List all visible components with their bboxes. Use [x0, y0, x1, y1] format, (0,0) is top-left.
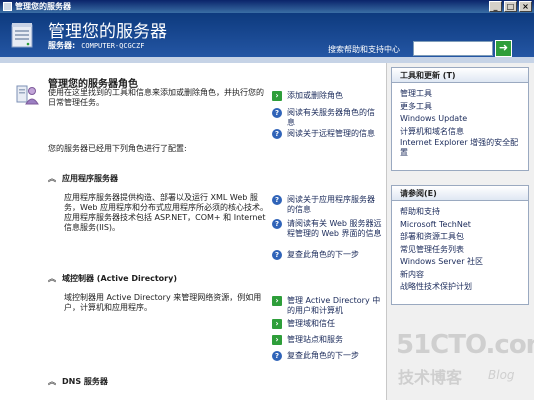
go-arrow-button[interactable]: ➜ — [495, 40, 512, 57]
link-label: 管理 Active Directory 中的用户和计算机 — [287, 296, 381, 315]
link-label: 请阅读有关 Web 服务器远程管理的 Web 界面的信息 — [287, 219, 382, 238]
link-label: 复查此角色的下一步 — [287, 351, 359, 360]
help-icon: ? — [272, 219, 282, 229]
arrow-icon: › — [272, 91, 282, 101]
link-manage-domains-trusts[interactable]: › 管理域和信任 — [272, 319, 382, 329]
page-header: 管理您的服务器 服务器: COMPUTER-QCGCZF 搜索帮助和支持中心 ➜ — [0, 13, 534, 57]
see-also-item-common-tasks[interactable]: 常见管理任务列表 — [400, 244, 520, 257]
tools-item-ie-esc[interactable]: Internet Explorer 增强的安全配置 — [400, 138, 520, 158]
server-icon — [11, 23, 33, 48]
section-text: 应用程序服务器提供构造、部署以及运行 XML Web 服务，Web 应用程序和分… — [64, 193, 268, 232]
server-info: 服务器: COMPUTER-QCGCZF — [48, 40, 144, 51]
link-label: 复查此角色的下一步 — [287, 250, 359, 259]
link-label: 阅读关于应用程序服务器的信息 — [287, 195, 375, 214]
link-read-remote-admin[interactable]: ? 阅读关于远程管理的信息 — [272, 129, 382, 139]
collapse-chevron-icon[interactable]: ︽ — [48, 173, 56, 184]
arrow-icon: › — [272, 335, 282, 345]
tools-item-windows-update[interactable]: Windows Update — [400, 113, 520, 126]
roles-description: 使用在这里找到的工具和信息来添加或删除角色，并执行您的日常管理任务。 — [48, 88, 264, 107]
help-icon: ? — [272, 129, 282, 139]
tools-updates-heading[interactable]: 工具和更新 (T) — [392, 68, 528, 83]
watermark-logo: 51CTO.com — [396, 330, 534, 360]
arrow-icon: › — [272, 296, 282, 306]
section-dns-server[interactable]: ︽ DNS 服务器 — [48, 376, 108, 387]
see-also-heading[interactable]: 请参阅(E) — [392, 186, 528, 201]
main-content: 管理您的服务器角色 使用在这里找到的工具和信息来添加或删除角色，并执行您的日常管… — [0, 63, 386, 400]
watermark-subtitle: 技术博客 — [398, 368, 463, 387]
arrow-icon: › — [272, 319, 282, 329]
see-also-item-help[interactable]: 帮助和支持 — [400, 206, 520, 219]
link-next-steps-dc[interactable]: ? 复查此角色的下一步 — [272, 351, 382, 361]
section-title: 应用程序服务器 — [62, 174, 118, 183]
link-manage-sites-services[interactable]: › 管理站点和服务 — [272, 335, 382, 345]
server-roles-icon — [16, 85, 39, 105]
see-also-box: 请参阅(E) 帮助和支持 Microsoft TechNet 部署和资源工具包 … — [391, 185, 529, 305]
link-next-steps-app[interactable]: ? 复查此角色的下一步 — [272, 250, 382, 260]
tools-item-admin-tools[interactable]: 管理工具 — [400, 88, 520, 101]
link-label: 管理域和信任 — [287, 319, 335, 328]
link-manage-ad-users[interactable]: › 管理 Active Directory 中的用户和计算机 — [272, 296, 382, 316]
page-title: 管理您的服务器 — [48, 22, 167, 42]
window-title-bar[interactable]: 管理您的服务器 _ □ × — [0, 0, 534, 13]
link-label: 阅读有关服务器角色的信息 — [287, 108, 375, 127]
help-search-input[interactable] — [413, 41, 493, 56]
window-title: 管理您的服务器 — [15, 2, 71, 11]
see-also-item-whats-new[interactable]: 新内容 — [400, 269, 520, 282]
section-text: 域控制器用 Active Directory 来管理网络资源，例如用户，计算机和… — [64, 293, 262, 312]
section-app-server[interactable]: ︽ 应用程序服务器 — [48, 173, 118, 184]
link-label: 添加或删除角色 — [287, 91, 343, 100]
tools-list: 管理工具 更多工具 Windows Update 计算机和域名信息 Intern… — [392, 83, 528, 165]
see-also-item-protection-program[interactable]: 战略性技术保护计划 — [400, 281, 520, 294]
help-icon: ? — [272, 351, 282, 361]
link-label: 阅读关于远程管理的信息 — [287, 129, 375, 138]
section-title: DNS 服务器 — [62, 377, 108, 386]
help-search-label: 搜索帮助和支持中心 — [328, 45, 400, 54]
see-also-item-deployment-kit[interactable]: 部署和资源工具包 — [400, 231, 520, 244]
help-icon: ? — [272, 250, 282, 260]
link-label: 管理站点和服务 — [287, 335, 343, 344]
link-read-server-roles[interactable]: ? 阅读有关服务器角色的信息 — [272, 108, 382, 128]
watermark-blog: Blog — [488, 368, 515, 382]
tools-updates-box: 工具和更新 (T) 管理工具 更多工具 Windows Update 计算机和域… — [391, 67, 529, 171]
server-name: COMPUTER-QCGCZF — [81, 42, 145, 50]
help-icon: ? — [272, 108, 282, 118]
configured-roles-text: 您的服务器已经用下列角色进行了配置: — [48, 144, 187, 153]
collapse-chevron-icon[interactable]: ︽ — [48, 273, 56, 284]
link-add-remove-roles[interactable]: › 添加或删除角色 — [272, 91, 382, 101]
section-domain-controller[interactable]: ︽ 域控制器 (Active Directory) — [48, 273, 177, 284]
collapse-chevron-icon[interactable]: ︽ — [48, 376, 56, 387]
tools-item-computer-domain[interactable]: 计算机和域名信息 — [400, 126, 520, 139]
app-icon — [3, 2, 12, 11]
minimize-button[interactable]: _ — [489, 1, 502, 12]
link-read-web-remote-admin[interactable]: ? 请阅读有关 Web 服务器远程管理的 Web 界面的信息 — [272, 219, 382, 239]
server-label: 服务器: — [48, 41, 76, 50]
close-button[interactable]: × — [519, 1, 532, 12]
see-also-item-community[interactable]: Windows Server 社区 — [400, 256, 520, 269]
section-title: 域控制器 (Active Directory) — [62, 274, 177, 283]
see-also-item-technet[interactable]: Microsoft TechNet — [400, 219, 520, 232]
tools-item-more-tools[interactable]: 更多工具 — [400, 101, 520, 114]
maximize-button[interactable]: □ — [504, 1, 517, 12]
link-read-app-server[interactable]: ? 阅读关于应用程序服务器的信息 — [272, 195, 382, 215]
help-icon: ? — [272, 195, 282, 205]
see-also-list: 帮助和支持 Microsoft TechNet 部署和资源工具包 常见管理任务列… — [392, 201, 528, 299]
